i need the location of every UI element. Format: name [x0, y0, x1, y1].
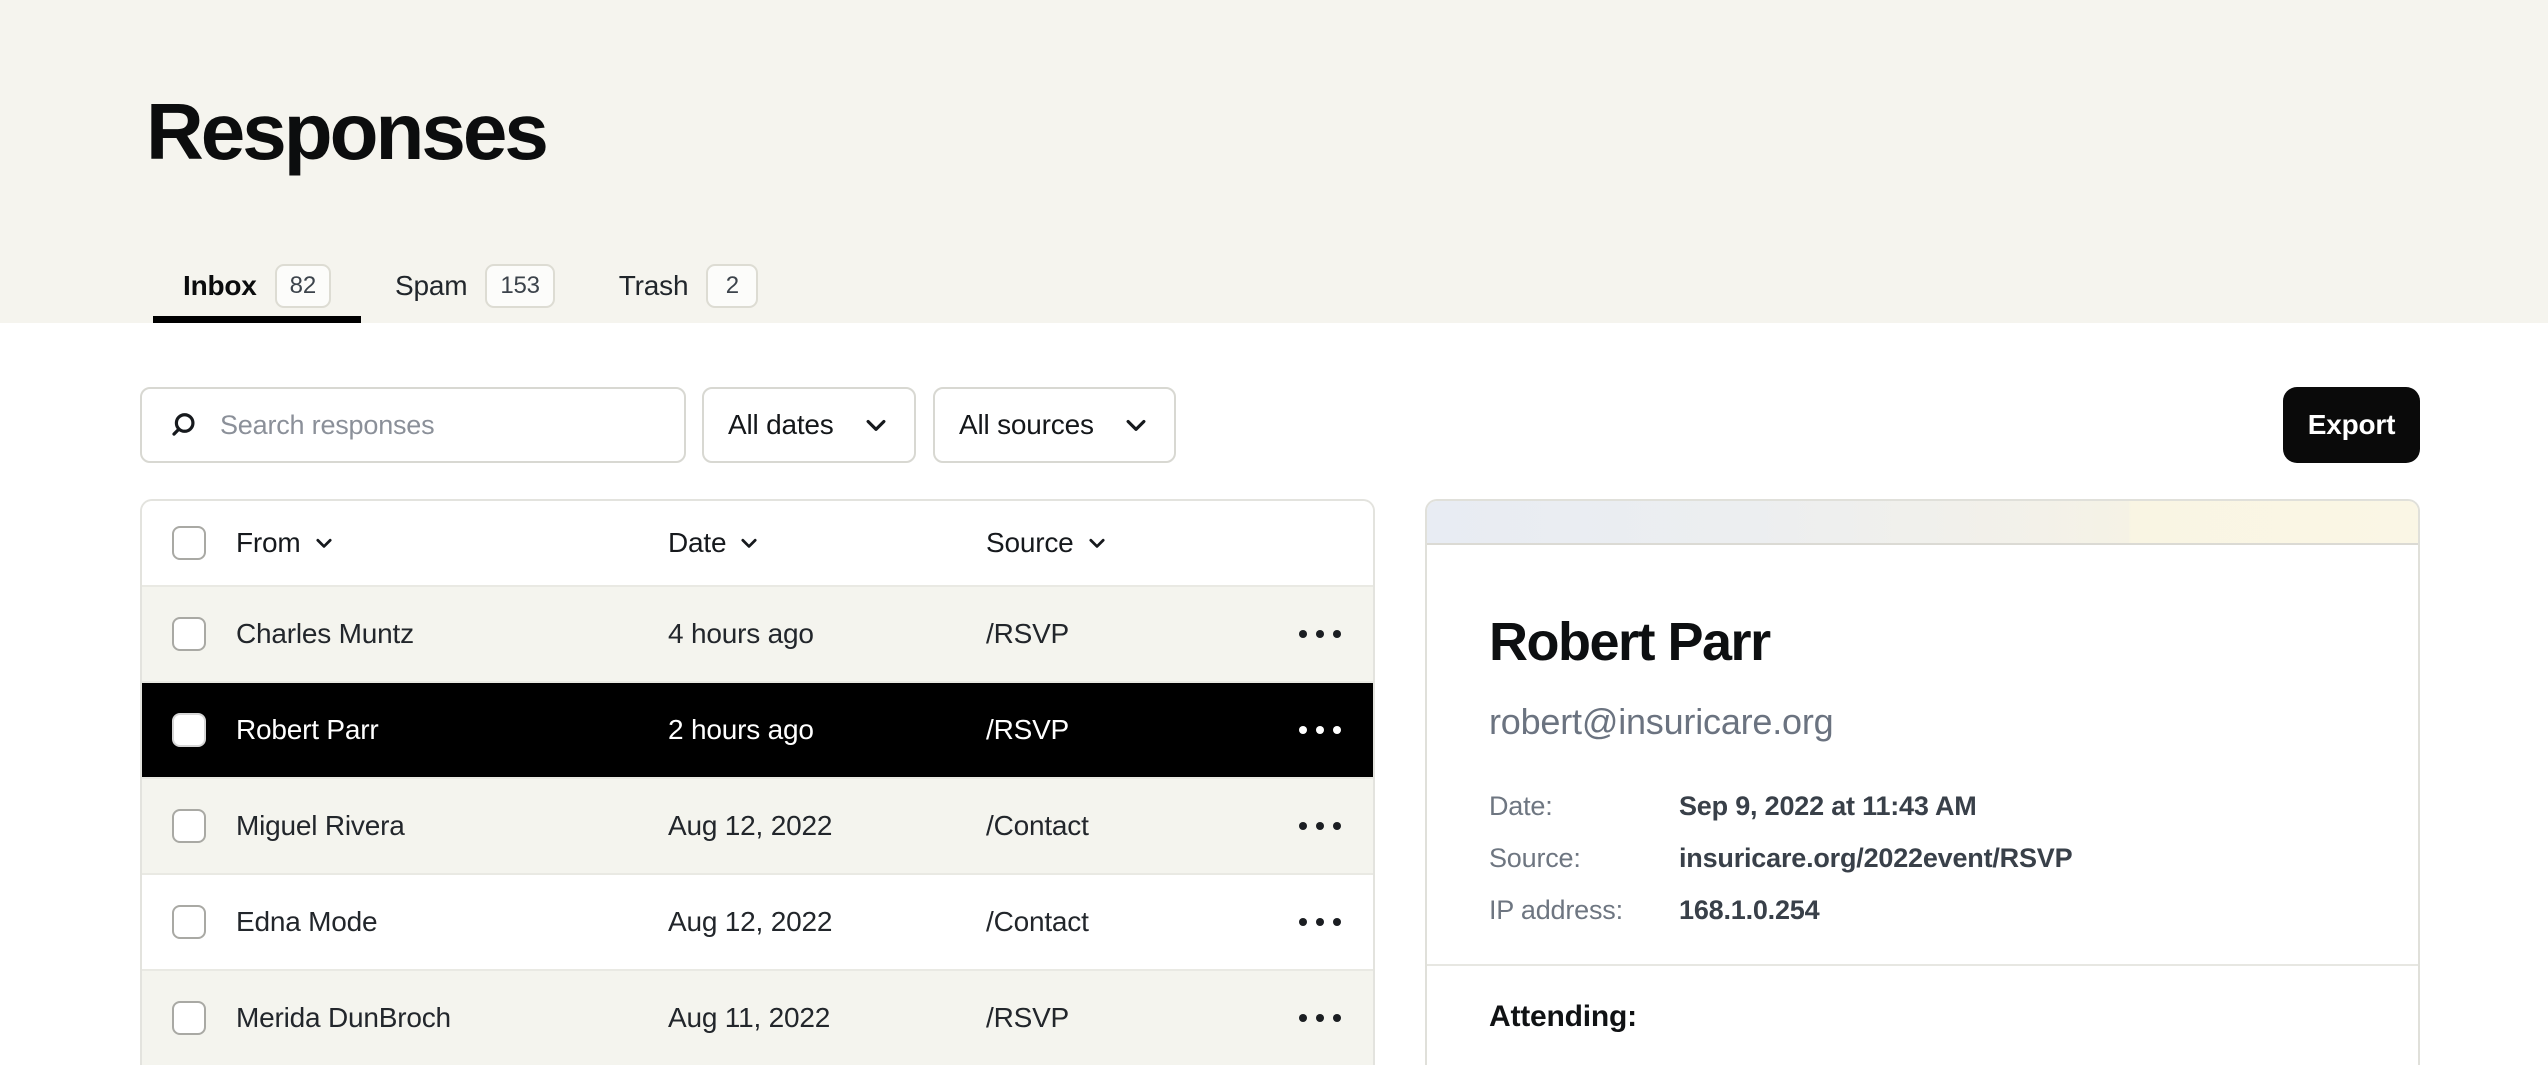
meta-value-ip: 168.1.0.254 [1679, 895, 2356, 926]
chevron-down-icon [862, 411, 890, 439]
row-menu-button[interactable] [1297, 716, 1343, 744]
column-header-date[interactable]: Date [668, 527, 986, 559]
column-header-date-label: Date [668, 527, 726, 559]
row-date: Aug 12, 2022 [668, 810, 986, 842]
ellipsis-icon [1299, 918, 1307, 926]
ellipsis-icon [1333, 630, 1341, 638]
search-box[interactable] [140, 387, 686, 463]
tab-inbox[interactable]: Inbox 82 [153, 255, 361, 323]
date-filter-dropdown[interactable]: All dates [702, 387, 916, 463]
table-row[interactable]: Charles Muntz 4 hours ago /RSVP [142, 585, 1373, 681]
source-filter-dropdown[interactable]: All sources [933, 387, 1176, 463]
row-checkbox[interactable] [172, 617, 206, 651]
table-row-selected[interactable]: Robert Parr 2 hours ago /RSVP [142, 681, 1373, 777]
chevron-down-icon [1122, 411, 1150, 439]
row-from: Edna Mode [236, 906, 668, 938]
table-header-row: From Date Source [142, 501, 1373, 585]
export-button[interactable]: Export [2283, 387, 2420, 463]
row-menu-button[interactable] [1297, 908, 1343, 936]
tab-inbox-label: Inbox [183, 270, 257, 302]
meta-label-ip: IP address: [1489, 895, 1679, 926]
row-checkbox[interactable] [172, 809, 206, 843]
tab-trash-count-badge: 2 [706, 264, 758, 308]
ellipsis-icon [1316, 726, 1324, 734]
tab-spam[interactable]: Spam 153 [365, 255, 585, 323]
tab-spam-label: Spam [395, 270, 467, 302]
page-header: Responses Inbox 82 Spam 153 Trash 2 [0, 0, 2548, 323]
page-title: Responses [146, 86, 546, 178]
ellipsis-icon [1333, 918, 1341, 926]
response-detail-panel: Robert Parr robert@insuricare.org Date: … [1425, 499, 2420, 1065]
table-row[interactable]: Merida DunBroch Aug 11, 2022 /RSVP [142, 969, 1373, 1065]
search-icon [168, 409, 200, 441]
meta-label-date: Date: [1489, 791, 1679, 822]
row-menu-button[interactable] [1297, 620, 1343, 648]
tab-trash[interactable]: Trash 2 [589, 255, 789, 323]
ellipsis-icon [1316, 822, 1324, 830]
folder-tabs: Inbox 82 Spam 153 Trash 2 [153, 255, 788, 323]
ellipsis-icon [1316, 1014, 1324, 1022]
ellipsis-icon [1299, 1014, 1307, 1022]
chevron-down-icon [738, 532, 760, 554]
row-source: /RSVP [986, 1002, 1283, 1034]
row-checkbox[interactable] [172, 905, 206, 939]
column-header-source[interactable]: Source [986, 527, 1283, 559]
ellipsis-icon [1333, 1014, 1341, 1022]
row-source: /Contact [986, 906, 1283, 938]
tab-trash-label: Trash [619, 270, 689, 302]
row-date: Aug 11, 2022 [668, 1002, 986, 1034]
row-date: 2 hours ago [668, 714, 986, 746]
table-row[interactable]: Miguel Rivera Aug 12, 2022 /Contact [142, 777, 1373, 873]
toolbar: All dates All sources Export [0, 387, 2548, 463]
tab-spam-count-badge: 153 [485, 264, 554, 308]
respondent-name: Robert Parr [1489, 611, 2356, 673]
tab-inbox-count-badge: 82 [275, 264, 331, 308]
row-from: Merida DunBroch [236, 1002, 668, 1034]
meta-label-source: Source: [1489, 843, 1679, 874]
row-date: 4 hours ago [668, 618, 986, 650]
column-header-from[interactable]: From [236, 527, 668, 559]
ellipsis-icon [1316, 630, 1324, 638]
row-menu-button[interactable] [1297, 812, 1343, 840]
column-header-source-label: Source [986, 527, 1074, 559]
chevron-down-icon [1086, 532, 1108, 554]
panel-divider [1427, 964, 2418, 966]
response-meta: Date: Sep 9, 2022 at 11:43 AM Source: in… [1489, 791, 2356, 926]
row-date: Aug 12, 2022 [668, 906, 986, 938]
row-from: Miguel Rivera [236, 810, 668, 842]
ellipsis-icon [1299, 726, 1307, 734]
meta-value-date: Sep 9, 2022 at 11:43 AM [1679, 791, 2356, 822]
chevron-down-icon [313, 532, 335, 554]
ellipsis-icon [1299, 822, 1307, 830]
ellipsis-icon [1299, 630, 1307, 638]
row-source: /RSVP [986, 618, 1283, 650]
row-source: /Contact [986, 810, 1283, 842]
row-source: /RSVP [986, 714, 1283, 746]
ellipsis-icon [1333, 726, 1341, 734]
select-all-checkbox[interactable] [172, 526, 206, 560]
attending-section-heading: Attending: [1489, 1000, 2356, 1034]
panel-gradient-strip [1427, 501, 2418, 545]
row-menu-button[interactable] [1297, 1004, 1343, 1032]
table-row[interactable]: Edna Mode Aug 12, 2022 /Contact [142, 873, 1373, 969]
ellipsis-icon [1316, 918, 1324, 926]
ellipsis-icon [1333, 822, 1341, 830]
search-input[interactable] [220, 410, 664, 441]
date-filter-value: All dates [728, 409, 834, 441]
row-from: Robert Parr [236, 714, 668, 746]
row-checkbox[interactable] [172, 713, 206, 747]
source-filter-value: All sources [959, 409, 1094, 441]
meta-value-source: insuricare.org/2022event/RSVP [1679, 843, 2356, 874]
column-header-from-label: From [236, 527, 301, 559]
respondent-email: robert@insuricare.org [1489, 701, 2356, 743]
row-from: Charles Muntz [236, 618, 668, 650]
responses-table: From Date Source Charles Muntz 4 hours a… [140, 499, 1375, 1065]
